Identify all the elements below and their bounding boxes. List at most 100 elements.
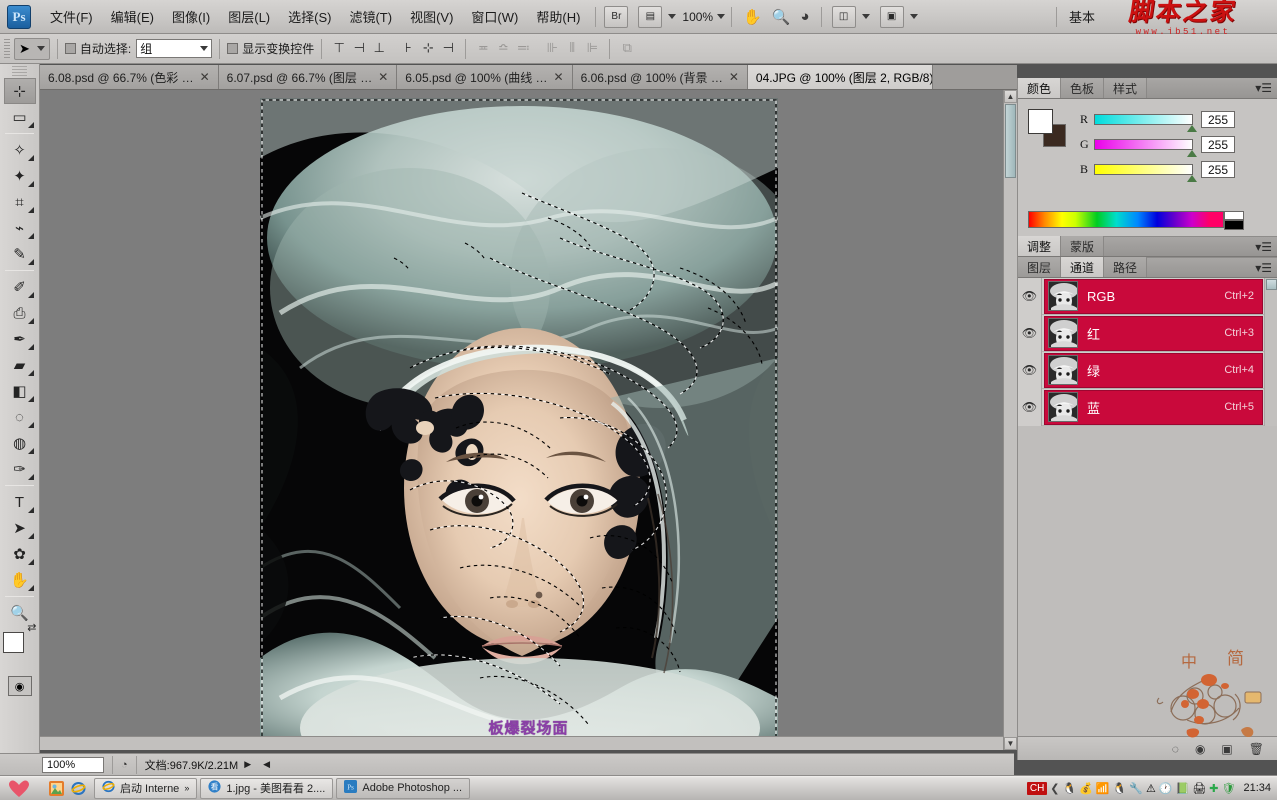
document-image[interactable] (260, 98, 778, 739)
shield-icon[interactable]: 🛡 (1222, 782, 1236, 795)
taskbar-task-2[interactable]: Ps Adobe Photoshop ... (336, 777, 471, 799)
qq2-icon[interactable]: 🐧 (1113, 782, 1127, 795)
360-icon[interactable]: ✚ (1209, 782, 1218, 795)
auto-select-scope-select[interactable]: 组 (136, 39, 213, 58)
money-icon[interactable]: 💰 (1079, 782, 1093, 795)
color-panel-foreground-swatch[interactable] (1028, 109, 1053, 134)
menu-item-4[interactable]: 选择(S) (279, 3, 340, 30)
flyout-triangle-icon[interactable] (27, 181, 34, 187)
scroll-up-arrow-icon[interactable]: ▲ (1004, 90, 1017, 103)
crop-tool-icon[interactable]: ⌗ (4, 189, 36, 215)
channels-scrollbar[interactable] (1264, 278, 1277, 426)
vertical-scroll-thumb[interactable] (1005, 104, 1016, 178)
save-selection-as-channel-icon[interactable]: ◉ (1195, 742, 1205, 756)
menu-item-0[interactable]: 文件(F) (41, 3, 102, 30)
menu-item-5[interactable]: 滤镜(T) (340, 3, 401, 30)
align-horizontal-centers-icon[interactable]: ⊹ (418, 39, 438, 59)
document-tab-1[interactable]: 6.07.psd @ 66.7% (图层 … ✕ (218, 65, 398, 89)
flyout-triangle-icon[interactable] (27, 259, 34, 265)
create-new-channel-icon[interactable]: ▣ (1221, 742, 1232, 756)
arrange-documents-chevron-down-icon[interactable] (861, 14, 870, 19)
document-tab-0[interactable]: 6.08.psd @ 66.7% (色彩 … ✕ (40, 65, 219, 89)
flyout-triangle-icon[interactable] (27, 559, 34, 565)
view-extras-chevron-down-icon[interactable] (668, 14, 677, 19)
flyout-triangle-icon[interactable] (27, 122, 34, 128)
flyout-triangle-icon[interactable] (27, 370, 34, 376)
rectangular-marquee-tool-icon[interactable]: ▭ (4, 104, 36, 130)
menu-item-3[interactable]: 图层(L) (219, 3, 279, 30)
horizontal-type-tool-icon[interactable]: T (4, 489, 36, 515)
color-slider-knob-B[interactable] (1187, 175, 1197, 182)
qq-icon[interactable]: 🐧 (1063, 782, 1077, 795)
tray-expand-icon[interactable]: ❮ (1050, 782, 1059, 795)
menu-item-8[interactable]: 帮助(H) (527, 3, 589, 30)
menu-item-6[interactable]: 视图(V) (401, 3, 462, 30)
internet-explorer-icon[interactable] (68, 778, 88, 798)
channel-entry[interactable]: 红 Ctrl+3 (1044, 315, 1263, 351)
clock-icon[interactable]: 🕐 (1159, 782, 1173, 795)
color-value-B[interactable]: 255 (1201, 161, 1235, 178)
lasso-tool-icon[interactable]: ✧ (4, 137, 36, 163)
path-selection-tool-icon[interactable]: ➤ (4, 515, 36, 541)
network-icon[interactable]: 📶 (1096, 782, 1110, 795)
view-extras-icon[interactable]: ▤ (638, 5, 663, 28)
channels-panel-tab-2[interactable]: 路径 (1104, 257, 1148, 277)
spectrum-white-swatch[interactable] (1224, 211, 1244, 220)
channel-row[interactable]: 👁 绿 Ctrl+4 (1018, 351, 1277, 389)
zoom-icon[interactable]: 🔍 (772, 8, 791, 26)
taskbar-group-arrow-icon[interactable]: » (184, 783, 189, 793)
align-right-edges-icon[interactable]: ⊣ (438, 39, 458, 59)
color-slider-B[interactable] (1094, 164, 1197, 182)
channel-row[interactable]: 👁 蓝 Ctrl+5 (1018, 388, 1277, 426)
brush-tool-icon[interactable]: ✐ (4, 274, 36, 300)
dodge-tool-icon[interactable]: ◍ (4, 430, 36, 456)
align-top-edges-icon[interactable]: ⊤ (329, 39, 349, 59)
color-panel-swatches[interactable] (1028, 109, 1066, 147)
align-vertical-centers-icon[interactable]: ⊣ (349, 39, 369, 59)
color-slider-G[interactable] (1094, 139, 1197, 157)
current-tool-preset-button[interactable]: ➤ (14, 37, 50, 60)
hand-tool-icon[interactable]: ✋ (4, 567, 36, 593)
channel-row[interactable]: 👁 红 Ctrl+3 (1018, 314, 1277, 352)
channels-panel-menu-icon[interactable]: ▾☰ (1255, 261, 1272, 275)
printer-icon[interactable]: 🖨 (1192, 782, 1206, 795)
tool-icon[interactable]: 🔧 (1129, 782, 1143, 795)
magic-wand-tool-icon[interactable]: ✦ (4, 163, 36, 189)
color-panel-menu-icon[interactable]: ▾☰ (1255, 81, 1272, 95)
taskbar-task-1[interactable]: 看 1.jpg - 美图看看 2.... (200, 777, 334, 799)
flyout-triangle-icon[interactable] (27, 318, 34, 324)
channels-scroll-up-icon[interactable] (1266, 279, 1277, 290)
adjustments-panel-tab-0[interactable]: 调整 (1018, 236, 1062, 256)
color-slider-knob-R[interactable] (1187, 125, 1197, 132)
flyout-triangle-icon[interactable] (27, 344, 34, 350)
show-desktop-icon[interactable] (46, 778, 66, 798)
history-brush-tool-icon[interactable]: ✒ (4, 326, 36, 352)
menubar-zoom-value[interactable]: 100% (682, 10, 713, 24)
flyout-triangle-icon[interactable] (27, 396, 34, 402)
channel-entry[interactable]: 绿 Ctrl+4 (1044, 352, 1263, 388)
spot-healing-brush-tool-icon[interactable]: ✎ (4, 241, 36, 267)
color-slider-R[interactable] (1094, 114, 1197, 132)
channels-panel-tab-1[interactable]: 通道 (1061, 257, 1105, 277)
channel-row[interactable]: 👁 RGB Ctrl+2 (1018, 277, 1277, 315)
adjustments-panel-tab-1[interactable]: 蒙版 (1061, 236, 1105, 256)
hand-icon[interactable]: ✋ (743, 8, 762, 26)
close-icon[interactable]: ✕ (729, 70, 739, 84)
eye-icon[interactable]: 👁 (1018, 388, 1042, 426)
flyout-triangle-icon[interactable] (27, 233, 34, 239)
flyout-triangle-icon[interactable] (27, 507, 34, 513)
color-panel-tab-1[interactable]: 色板 (1061, 78, 1105, 98)
flyout-triangle-icon[interactable] (27, 533, 34, 539)
spectrum-white-black-swatches[interactable] (1224, 211, 1244, 230)
quick-mask-icon[interactable]: ◉ (7, 676, 32, 696)
menu-item-1[interactable]: 编辑(E) (102, 3, 163, 30)
status-expand-arrow-icon[interactable]: ▶ (244, 759, 251, 770)
options-bar-grip[interactable] (4, 38, 10, 59)
toolbox-grip[interactable] (12, 66, 27, 76)
flyout-triangle-icon[interactable] (27, 585, 34, 591)
gradient-tool-icon[interactable]: ◧ (4, 378, 36, 404)
taskbar-task-0[interactable]: 启动 Interne » (94, 777, 198, 799)
color-value-G[interactable]: 255 (1201, 136, 1235, 153)
move-tool-icon[interactable]: ⊹ (3, 78, 36, 104)
eyedropper-tool-icon[interactable]: ⌁ (4, 215, 36, 241)
